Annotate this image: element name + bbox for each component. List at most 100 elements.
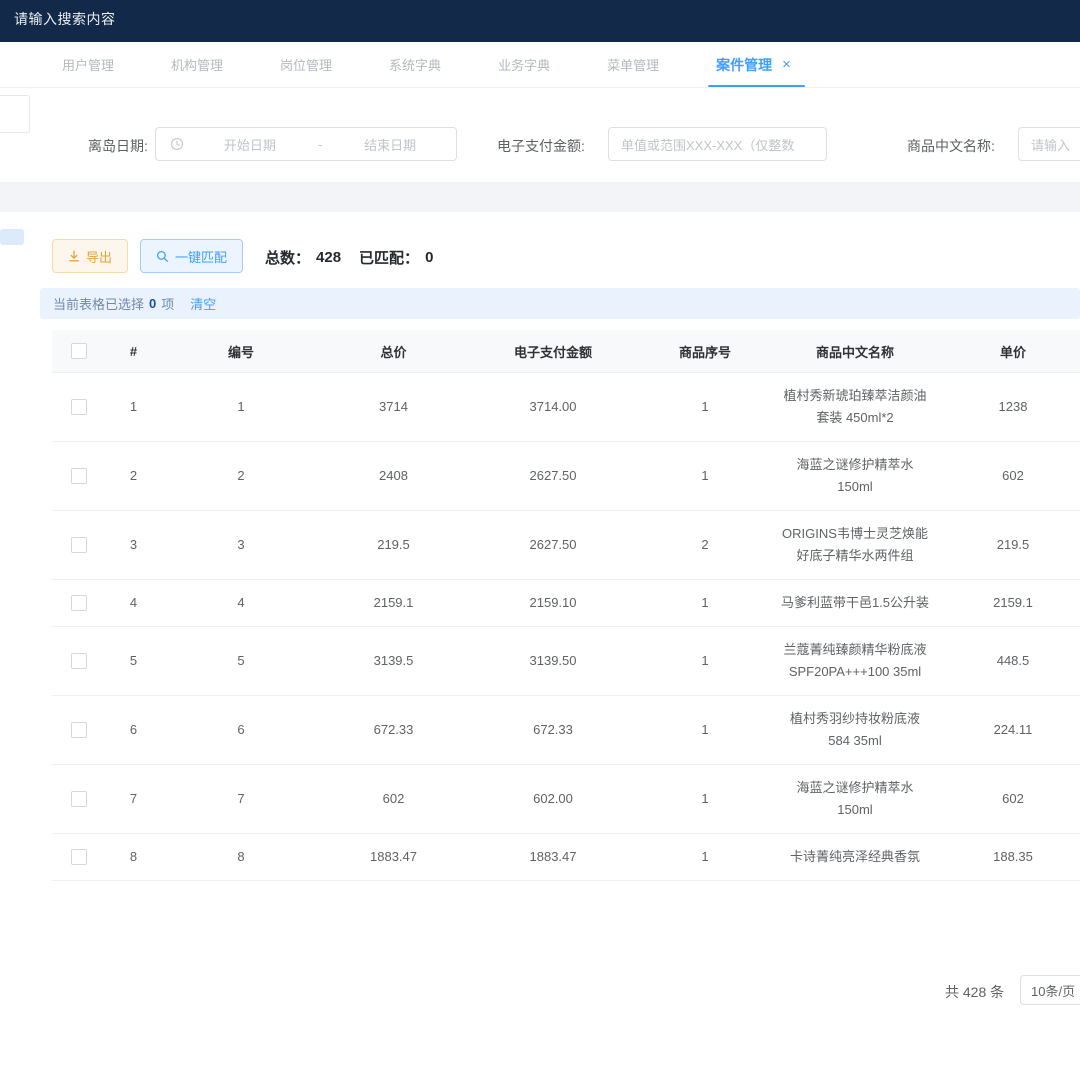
cell-epay: 2627.50 [466, 442, 640, 511]
cell-code: 4 [161, 580, 321, 627]
page-size-select[interactable]: 10条/页 [1020, 975, 1080, 1005]
date-range-picker[interactable]: 开始日期 - 结束日期 [155, 127, 457, 161]
table-row: 442159.12159.101马爹利蓝带干邑1.5公升装2159.1 [52, 580, 1080, 627]
cell-total: 1883.47 [321, 834, 466, 881]
cell-name: 海蓝之谜修护精萃水 150ml [770, 765, 940, 834]
row-checkbox[interactable] [71, 722, 87, 738]
product-name-filter-label: 商品中文名称: [907, 136, 995, 156]
row-checkbox[interactable] [71, 653, 87, 669]
cell-unit: 602 [940, 765, 1080, 834]
cell-index: 8 [106, 834, 161, 881]
cell-unit: 448.5 [940, 627, 1080, 696]
product-name-input[interactable]: 请输入 [1018, 127, 1080, 161]
cell-item-no: 1 [640, 442, 770, 511]
row-checkbox[interactable] [71, 791, 87, 807]
matched-count-label: 已匹配： [359, 247, 419, 268]
tab-item-1[interactable]: 机构管理 [167, 42, 227, 87]
cell-item-no: 1 [640, 580, 770, 627]
cell-total: 672.33 [321, 696, 466, 765]
table-row: 2224082627.501海蓝之谜修护精萃水 150ml602 [52, 442, 1080, 511]
cell-code: 7 [161, 765, 321, 834]
table-row: 66672.33672.331植村秀羽纱持妆粉底液 584 35ml224.11 [52, 696, 1080, 765]
cell-epay: 672.33 [466, 696, 640, 765]
tab-label: 案件管理 [716, 55, 772, 75]
cell-code: 6 [161, 696, 321, 765]
cell-index: 2 [106, 442, 161, 511]
cell-unit: 219.5 [940, 511, 1080, 580]
clock-icon [170, 137, 184, 151]
cell-epay: 2159.10 [466, 580, 640, 627]
amount-filter-label: 电子支付金额: [497, 136, 585, 156]
cell-index: 7 [106, 765, 161, 834]
cell-item-no: 1 [640, 834, 770, 881]
total-count-value: 428 [316, 249, 341, 266]
row-checkbox[interactable] [71, 399, 87, 415]
table-header-row: #编号总价电子支付金额商品序号商品中文名称单价 [52, 330, 1080, 373]
cell-total: 602 [321, 765, 466, 834]
cell-total: 3139.5 [321, 627, 466, 696]
date-range-separator: - [316, 137, 324, 152]
app-window: 请输入搜索内容 用户管理机构管理岗位管理系统字典业务字典菜单管理案件管理× 离岛… [0, 0, 1080, 1077]
tab-item-0[interactable]: 用户管理 [58, 42, 118, 87]
cell-item-no: 1 [640, 765, 770, 834]
column-header-2: 总价 [321, 330, 466, 373]
end-date-input[interactable]: 结束日期 [324, 135, 456, 154]
table-row: 33219.52627.502ORIGINS韦博士灵芝焕能好底子精华水两件组21… [52, 511, 1080, 580]
pagination-total: 共 428 条 [945, 982, 1004, 1002]
cell-code: 8 [161, 834, 321, 881]
total-count-label: 总数： [265, 247, 310, 268]
tab-label: 岗位管理 [280, 55, 332, 74]
tab-item-4[interactable]: 业务字典 [494, 42, 554, 87]
topbar: 请输入搜索内容 [0, 0, 1080, 42]
cell-unit: 1238 [940, 373, 1080, 442]
clear-selection-link[interactable]: 清空 [190, 294, 216, 313]
cell-name: ORIGINS韦博士灵芝焕能好底子精华水两件组 [770, 511, 940, 580]
selection-text-suffix: 项 [161, 294, 174, 313]
tab-item-2[interactable]: 岗位管理 [276, 42, 336, 87]
collapsed-panel-corner[interactable] [0, 95, 30, 133]
row-checkbox[interactable] [71, 595, 87, 611]
selection-text-prefix: 当前表格已选择 [53, 294, 144, 313]
cell-epay: 3139.50 [466, 627, 640, 696]
select-all-checkbox[interactable] [71, 343, 87, 359]
tab-label: 业务字典 [498, 55, 550, 74]
row-checkbox[interactable] [71, 468, 87, 484]
epay-amount-input[interactable]: 单值或范围XXX-XXX（仅整数 [608, 127, 827, 161]
column-header-0: # [106, 330, 161, 373]
cell-epay: 3714.00 [466, 373, 640, 442]
cell-index: 4 [106, 580, 161, 627]
table-row: 553139.53139.501兰蔻菁纯臻颜精华粉底液SPF20PA+++100… [52, 627, 1080, 696]
cell-unit: 602 [940, 442, 1080, 511]
cell-name: 海蓝之谜修护精萃水 150ml [770, 442, 940, 511]
tab-item-5[interactable]: 菜单管理 [603, 42, 663, 87]
cell-code: 2 [161, 442, 321, 511]
cell-index: 6 [106, 696, 161, 765]
match-stats: 总数： 428 已匹配： 0 [265, 247, 433, 268]
cell-total: 2159.1 [321, 580, 466, 627]
column-header-5: 商品中文名称 [770, 330, 940, 373]
cell-unit: 188.35 [940, 834, 1080, 881]
table-row: 77602602.001海蓝之谜修护精萃水 150ml602 [52, 765, 1080, 834]
cell-name: 兰蔻菁纯臻颜精华粉底液SPF20PA+++100 35ml [770, 627, 940, 696]
tab-item-3[interactable]: 系统字典 [385, 42, 445, 87]
tab-close-icon[interactable]: × [782, 57, 791, 72]
cell-total: 2408 [321, 442, 466, 511]
cell-epay: 1883.47 [466, 834, 640, 881]
cell-total: 3714 [321, 373, 466, 442]
row-checkbox[interactable] [71, 849, 87, 865]
clipped-element [0, 229, 24, 245]
cell-unit: 2159.1 [940, 580, 1080, 627]
cell-index: 3 [106, 511, 161, 580]
row-checkbox[interactable] [71, 537, 87, 553]
export-button[interactable]: 导出 [52, 239, 128, 273]
global-search-input[interactable]: 请输入搜索内容 [14, 9, 116, 29]
start-date-input[interactable]: 开始日期 [184, 135, 316, 154]
one-click-match-button[interactable]: 一键匹配 [140, 239, 243, 273]
matched-count-value: 0 [425, 249, 433, 266]
table-row: 1137143714.001植村秀新琥珀臻萃洁颜油套装 450ml*21238 [52, 373, 1080, 442]
search-icon [156, 250, 169, 263]
cell-code: 3 [161, 511, 321, 580]
tab-item-6[interactable]: 案件管理 × [712, 42, 795, 87]
case-items-table: #编号总价电子支付金额商品序号商品中文名称单价1137143714.001植村秀… [52, 330, 1080, 881]
cell-item-no: 1 [640, 627, 770, 696]
